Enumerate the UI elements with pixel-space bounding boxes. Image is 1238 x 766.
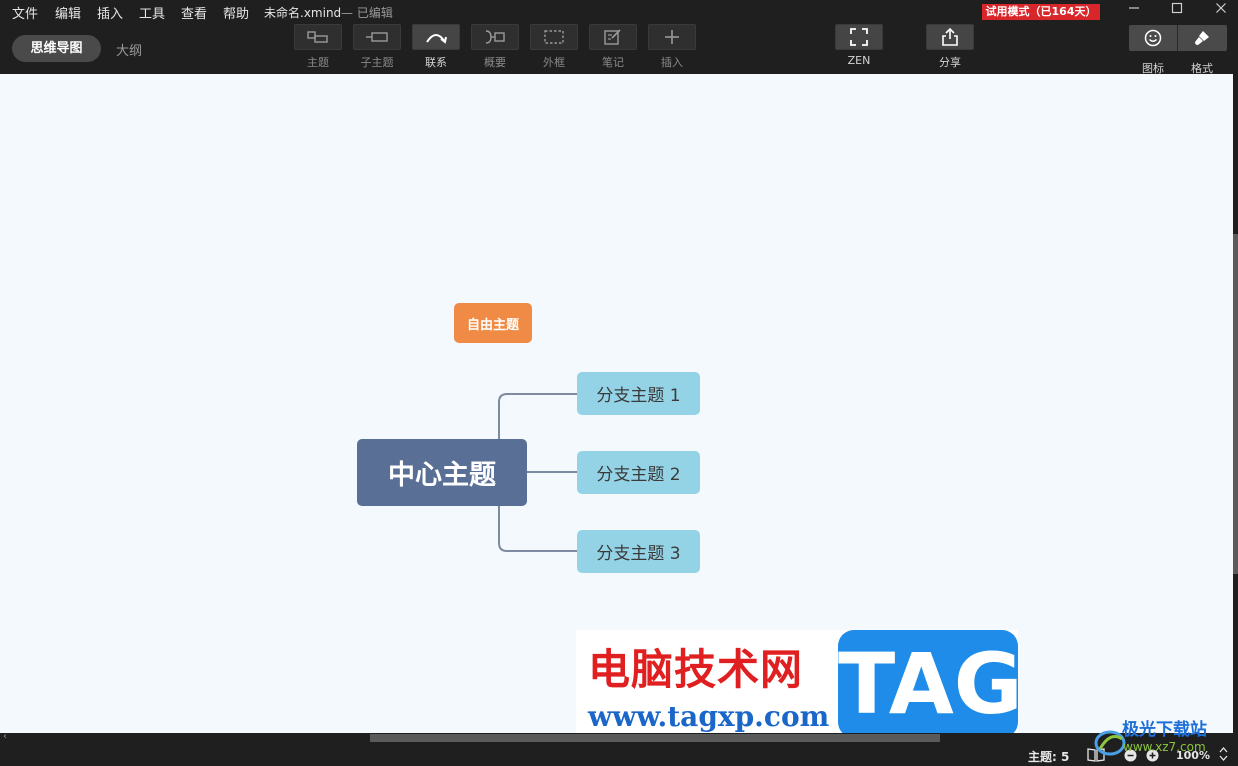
share-tool-button[interactable] xyxy=(926,24,974,50)
plus-icon xyxy=(665,30,679,44)
branch-topic-1[interactable]: 分支主题 1 xyxy=(577,372,700,415)
topic-count: 主题: 5 xyxy=(1028,750,1070,764)
toolbar: 思维导图 大纲 主题 子主题 联系 概要 外框 笔记 插入 ZEN 分享 图标 … xyxy=(0,22,1238,75)
boundary-icon xyxy=(544,30,564,44)
topic-icon xyxy=(307,31,328,43)
trial-badge[interactable]: 试用模式（已164天） xyxy=(982,4,1100,20)
sidebar-panel-switch: 图标 格式 xyxy=(1129,25,1227,75)
menu-tools[interactable]: 工具 xyxy=(139,3,165,22)
close-icon[interactable] xyxy=(1206,1,1236,21)
menu-edit[interactable]: 编辑 xyxy=(55,3,81,22)
note-tool-button[interactable] xyxy=(589,24,637,50)
mindmap-canvas[interactable]: 自由主题 中心主题 分支主题 1 分支主题 2 分支主题 3 电脑技术网 www… xyxy=(0,74,1233,733)
topic-tool-label: 主题 xyxy=(307,56,329,69)
boundary-tool-label: 外框 xyxy=(543,56,565,69)
menu-file[interactable]: 文件 xyxy=(12,3,38,22)
horizontal-scroll-thumb[interactable] xyxy=(370,734,940,742)
fullscreen-icon xyxy=(850,28,868,46)
menu-help[interactable]: 帮助 xyxy=(223,3,249,22)
mindmap-view-button[interactable]: 思维导图 xyxy=(12,35,101,62)
floating-topic[interactable]: 自由主题 xyxy=(454,303,532,343)
insert-tool-button[interactable] xyxy=(648,24,696,50)
summary-icon xyxy=(485,30,505,44)
menu-view[interactable]: 查看 xyxy=(181,3,207,22)
vertical-scroll-thumb[interactable] xyxy=(1233,234,1238,574)
format-panel-button[interactable] xyxy=(1178,25,1226,51)
subtopic-tool-label: 子主题 xyxy=(360,56,394,69)
summary-tool[interactable]: 概要 xyxy=(471,24,519,70)
brush-icon xyxy=(1195,31,1209,45)
connector-branch-3 xyxy=(498,506,577,552)
menu-insert[interactable]: 插入 xyxy=(97,3,123,22)
insert-tool[interactable]: 插入 xyxy=(648,24,696,70)
maximize-icon[interactable] xyxy=(1162,1,1192,21)
summary-tool-button[interactable] xyxy=(471,24,519,50)
share-tool-label: 分享 xyxy=(939,56,961,69)
watermark-site-name: 电脑技术网 xyxy=(588,645,804,694)
scroll-left-icon[interactable]: ‹ xyxy=(3,731,7,742)
share-tool[interactable]: 分享 xyxy=(926,24,974,70)
boundary-tool[interactable]: 外框 xyxy=(530,24,578,70)
relationship-tool-label: 联系 xyxy=(425,56,447,69)
note-icon xyxy=(604,29,621,45)
status-bar: 主题: 5 100% xyxy=(0,743,1238,766)
subtopic-tool[interactable]: 子主题 xyxy=(353,24,401,70)
central-topic[interactable]: 中心主题 xyxy=(357,439,527,506)
note-tool-label: 笔记 xyxy=(602,56,624,69)
aurora-logo-text: 极光下载站 xyxy=(1122,720,1207,740)
note-tool[interactable]: 笔记 xyxy=(589,24,637,70)
zen-tool[interactable]: ZEN xyxy=(835,24,883,67)
horizontal-scrollbar[interactable]: ‹ xyxy=(0,731,1238,743)
connector-branch-1 xyxy=(498,393,577,439)
file-name: 未命名.xmind xyxy=(264,6,342,20)
branch-topic-3[interactable]: 分支主题 3 xyxy=(577,530,700,573)
relationship-icon xyxy=(426,34,447,44)
share-icon xyxy=(942,28,958,46)
xmind-window: 文件 编辑 插入 工具 查看 帮助 未命名.xmind — 已编辑 试用模式（已… xyxy=(0,0,1238,766)
watermark-tag-logo: TAG xyxy=(838,630,1023,733)
zen-tool-label: ZEN xyxy=(847,54,871,67)
topic-tool-button[interactable] xyxy=(294,24,342,50)
minimize-icon[interactable] xyxy=(1119,1,1149,21)
file-status: — 已编辑 xyxy=(341,6,393,20)
subtopic-tool-button[interactable] xyxy=(353,24,401,50)
summary-tool-label: 概要 xyxy=(484,56,506,69)
zen-tool-button[interactable] xyxy=(835,24,883,50)
relationship-tool[interactable]: 联系 xyxy=(412,24,460,70)
watermark-url: www.tagxp.com xyxy=(588,700,830,733)
relationship-tool-button[interactable] xyxy=(412,24,460,50)
vertical-scrollbar[interactable] xyxy=(1233,74,1238,733)
watermark-banner: 电脑技术网 www.tagxp.com TAG xyxy=(576,630,1023,733)
aurora-logo-url: www.xz7.com xyxy=(1123,740,1206,754)
icon-panel-button[interactable] xyxy=(1129,25,1177,51)
topic-tool[interactable]: 主题 xyxy=(294,24,342,70)
smiley-icon xyxy=(1144,29,1162,47)
title-bar: 文件 编辑 插入 工具 查看 帮助 未命名.xmind — 已编辑 试用模式（已… xyxy=(0,0,1238,22)
subtopic-icon xyxy=(366,32,388,42)
outline-view-button[interactable]: 大纲 xyxy=(116,40,142,59)
boundary-tool-button[interactable] xyxy=(530,24,578,50)
insert-tool-label: 插入 xyxy=(661,56,683,69)
branch-topic-2[interactable]: 分支主题 2 xyxy=(577,451,700,494)
